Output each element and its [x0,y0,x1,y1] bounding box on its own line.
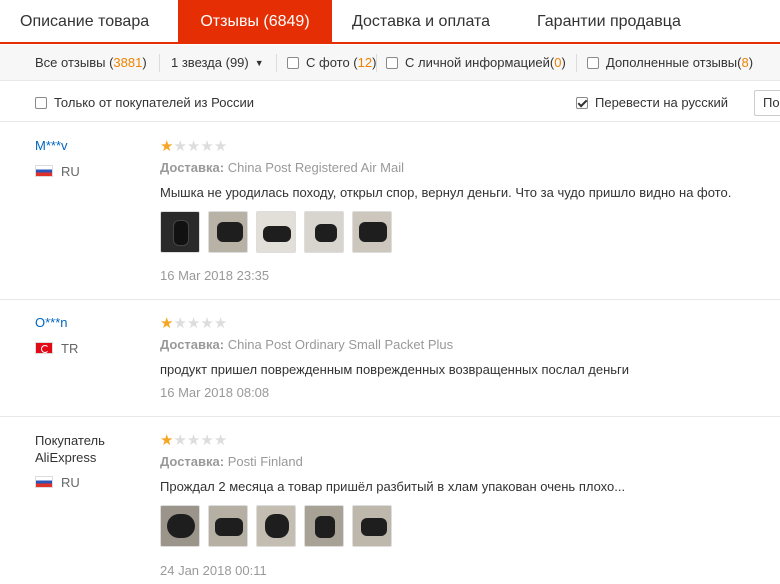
review-photo[interactable] [208,505,248,547]
shipping-label: Доставка: [160,160,225,175]
divider [376,54,377,72]
shipping-method: China Post Ordinary Small Packet Plus [227,337,454,352]
shipping-info: Доставка: China Post Ordinary Small Pack… [160,337,453,352]
star-filled-icon: ★ [160,432,174,449]
star-empty-icon: ★ [173,138,187,155]
country-code: RU [61,475,80,490]
star-empty-icon: ★ [186,432,201,449]
additional-checkbox[interactable] [587,57,599,69]
divider [276,54,277,72]
with-photo-count: 12 [357,55,373,70]
star-filled-icon: ★ [160,138,174,155]
reviewer-country: RU [35,475,80,490]
review-text: продукт пришел поврежденным поврежденных… [160,362,630,377]
star-empty-icon: ★ [200,138,214,155]
review-photo[interactable] [208,211,248,253]
review-date: 16 Mar 2018 23:35 [160,268,270,283]
divider [576,54,577,72]
review-item: O***n TR ★★★★★ Доставка: China Post Ordi… [0,300,780,417]
country-code: RU [61,164,80,179]
personal-info-label: С личной информацией [405,55,550,70]
shipping-info: Доставка: Posti Finland [160,454,303,469]
tab-shipping-payment[interactable]: Доставка и оплата [352,0,490,44]
shipping-method: China Post Registered Air Mail [227,160,405,175]
reviewer-name[interactable]: M***v [35,137,68,154]
filter-translate[interactable]: Перевести на русский [576,95,728,111]
tab-seller-guarantee[interactable]: Гарантии продавца [537,0,681,44]
with-photo-label: С фото [306,55,350,70]
review-date: 16 Mar 2018 08:08 [160,385,270,400]
star-empty-icon: ★ [213,432,228,449]
review-photo[interactable] [352,505,392,547]
filter-all-reviews[interactable]: Все отзывы (3881) [35,55,147,71]
additional-label: Дополненные отзывы [606,55,738,70]
star-empty-icon: ★ [186,138,201,155]
divider [159,54,160,72]
personal-info-checkbox[interactable] [386,57,398,69]
star-empty-icon: ★ [186,315,201,332]
star-rating: ★★★★★ [160,315,228,332]
star-empty-icon: ★ [173,432,187,449]
filter-all-reviews-count: 3881 [113,55,143,70]
tab-reviews[interactable]: Отзывы (6849) [178,0,332,44]
review-text: Мышка не уродилась походу, открыл спор, … [160,185,732,200]
review-item: M***v RU ★★★★★ Доставка: China Post Regi… [0,123,780,300]
star-empty-icon: ★ [200,315,214,332]
turkey-flag-icon [35,342,53,354]
reviewer-country: RU [35,164,80,179]
filter-bar: Все отзывы (3881) 1 звезда (99) ▼ С фото … [0,45,780,81]
filter-bar-secondary: Только от покупателей из России Перевест… [0,82,780,122]
russia-flag-icon [35,476,53,488]
tab-description[interactable]: Описание товара [20,0,149,44]
sort-label: По [763,95,780,110]
country-code: TR [61,341,79,356]
translate-checkbox[interactable] [576,97,588,109]
russia-only-checkbox[interactable] [35,97,47,109]
star-filled-icon: ★ [160,315,174,332]
review-photo[interactable] [160,505,200,547]
review-text: Прождал 2 месяца а товар пришёл разбитый… [160,479,626,494]
additional-count: 8 [741,55,749,70]
filter-all-reviews-label: Все отзывы [35,55,106,70]
shipping-label: Доставка: [160,454,225,469]
star-filter-label: 1 звезда (99) [171,55,249,70]
russia-only-label: Только от покупателей из России [54,95,254,110]
review-photo[interactable] [352,211,392,253]
review-photo[interactable] [304,211,344,253]
star-empty-icon: ★ [173,315,187,332]
russia-flag-icon [35,165,53,177]
star-rating: ★★★★★ [160,432,228,449]
translate-label: Перевести на русский [595,95,729,110]
star-filter-select[interactable]: 1 звезда (99) ▼ [171,55,264,71]
star-empty-icon: ★ [200,432,214,449]
review-photo[interactable] [304,505,344,547]
filter-russia-only[interactable]: Только от покупателей из России [35,95,254,111]
reviewer-name[interactable]: O***n [35,314,68,331]
chevron-down-icon: ▼ [254,58,264,68]
review-date: 24 Jan 2018 00:11 [160,563,267,578]
filter-with-photo[interactable]: С фото (12) [287,55,376,71]
reviewer-country: TR [35,341,78,356]
review-photo[interactable] [256,505,296,547]
review-tabs: Описание товара Отзывы (6849) Доставка и… [0,0,780,44]
with-photo-checkbox[interactable] [287,57,299,69]
shipping-method: Posti Finland [227,454,303,469]
star-empty-icon: ★ [213,138,228,155]
shipping-label: Доставка: [160,337,225,352]
filter-additional[interactable]: Дополненные отзывы(8) [587,55,753,71]
personal-info-count: 0 [554,55,562,70]
review-photo[interactable] [256,211,296,253]
shipping-info: Доставка: China Post Registered Air Mail [160,160,404,175]
sort-select[interactable]: По [754,90,780,116]
filter-personal-info[interactable]: С личной информацией(0) [386,55,566,71]
reviewer-name: Покупатель AliExpress [35,433,105,465]
star-rating: ★★★★★ [160,138,228,155]
review-item: Покупатель AliExpress RU ★★★★★ Доставка:… [0,417,780,584]
star-empty-icon: ★ [213,315,228,332]
review-photo[interactable] [160,211,200,253]
